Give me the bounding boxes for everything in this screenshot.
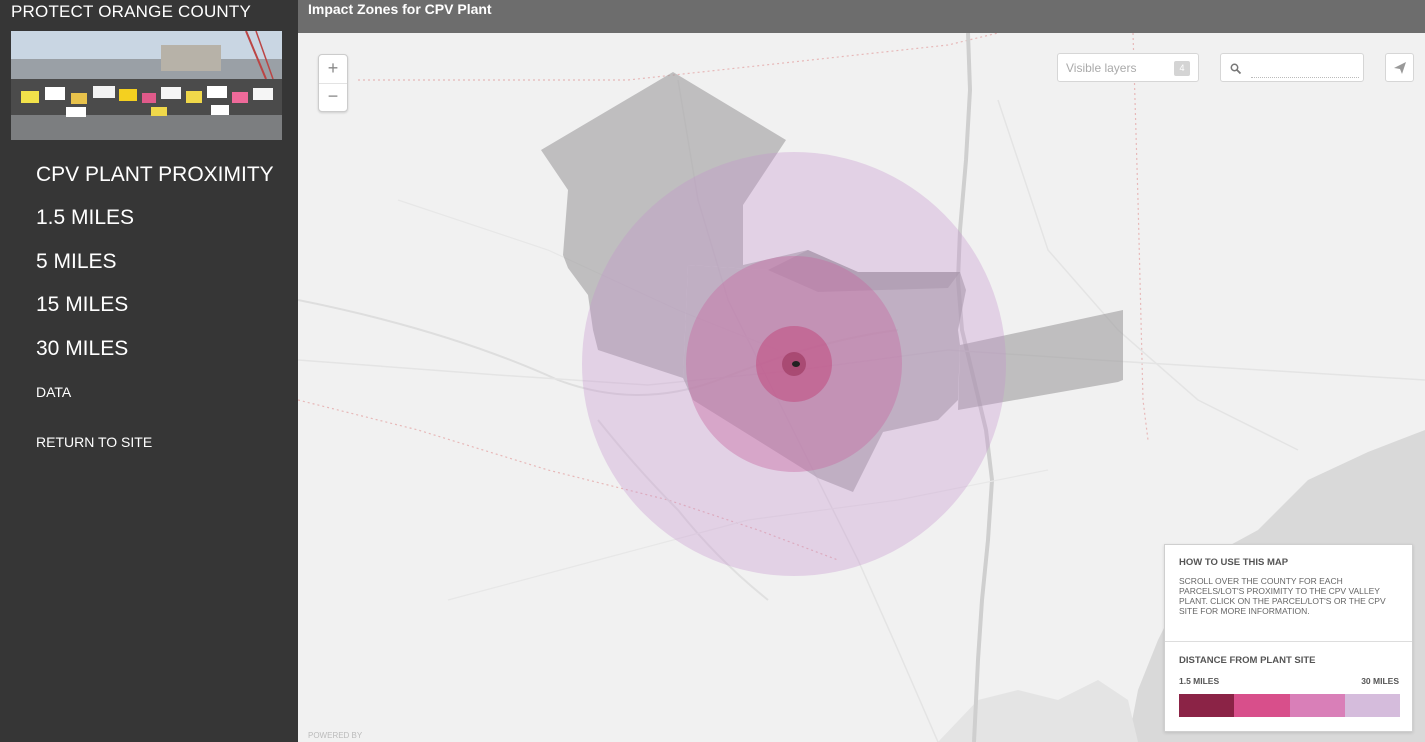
nav-15-miles[interactable]: 15 MILES <box>36 293 128 317</box>
visible-layers-selector[interactable]: Visible layers 4 <box>1057 53 1199 82</box>
zoom-in-button[interactable]: + <box>319 55 347 84</box>
search-icon <box>1230 62 1242 80</box>
map-attribution: POWERED BY <box>308 731 363 740</box>
protest-photo <box>11 31 282 140</box>
search-box[interactable] <box>1220 53 1364 82</box>
nav-30-miles[interactable]: 30 MILES <box>36 337 128 361</box>
nav-data[interactable]: DATA <box>36 384 71 400</box>
nav-5-miles[interactable]: 5 MILES <box>36 250 117 274</box>
map-canvas[interactable]: Impact Zones for CPV Plant + − Visible l… <box>298 0 1425 742</box>
legend-howto-title: HOW TO USE THIS MAP <box>1179 557 1289 568</box>
share-button[interactable] <box>1385 53 1414 82</box>
site-title[interactable]: PROTECT ORANGE COUNTY <box>11 2 251 22</box>
legend-howto-text: SCROLL OVER THE COUNTY FOR EACH PARCELS/… <box>1179 576 1386 616</box>
legend-swatch-30-miles <box>1344 694 1400 717</box>
map-title-bar: Impact Zones for CPV Plant <box>298 0 1425 33</box>
legend-color-ramp <box>1179 694 1400 717</box>
nav-return-to-site[interactable]: RETURN TO SITE <box>36 434 152 450</box>
legend-distance-title: DISTANCE FROM PLANT SITE <box>1179 655 1316 666</box>
zoom-out-button[interactable]: − <box>319 83 347 111</box>
legend-panel: HOW TO USE THIS MAP SCROLL OVER THE COUN… <box>1164 544 1413 732</box>
map-title: Impact Zones for CPV Plant <box>308 1 492 17</box>
cpv-plant-site <box>792 361 800 367</box>
legend-max-label: 30 MILES <box>1361 676 1399 686</box>
legend-divider <box>1165 641 1412 642</box>
nav-1-5-miles[interactable]: 1.5 MILES <box>36 206 134 230</box>
legend-swatch-5-miles <box>1234 694 1290 717</box>
legend-swatch-1-5-miles <box>1179 694 1235 717</box>
zoom-control: + − <box>318 54 348 112</box>
nav-proximity[interactable]: CPV PLANT PROXIMITY <box>36 163 274 187</box>
visible-layers-label: Visible layers <box>1066 61 1137 75</box>
share-arrow-icon <box>1394 62 1406 74</box>
legend-swatch-15-miles <box>1289 694 1345 717</box>
legend-min-label: 1.5 MILES <box>1179 676 1220 686</box>
layers-count-badge: 4 <box>1174 61 1190 76</box>
search-input[interactable] <box>1251 60 1359 78</box>
sidebar: PROTECT ORANGE COUNTY CPV PLANT PROXIMIT… <box>0 0 298 742</box>
